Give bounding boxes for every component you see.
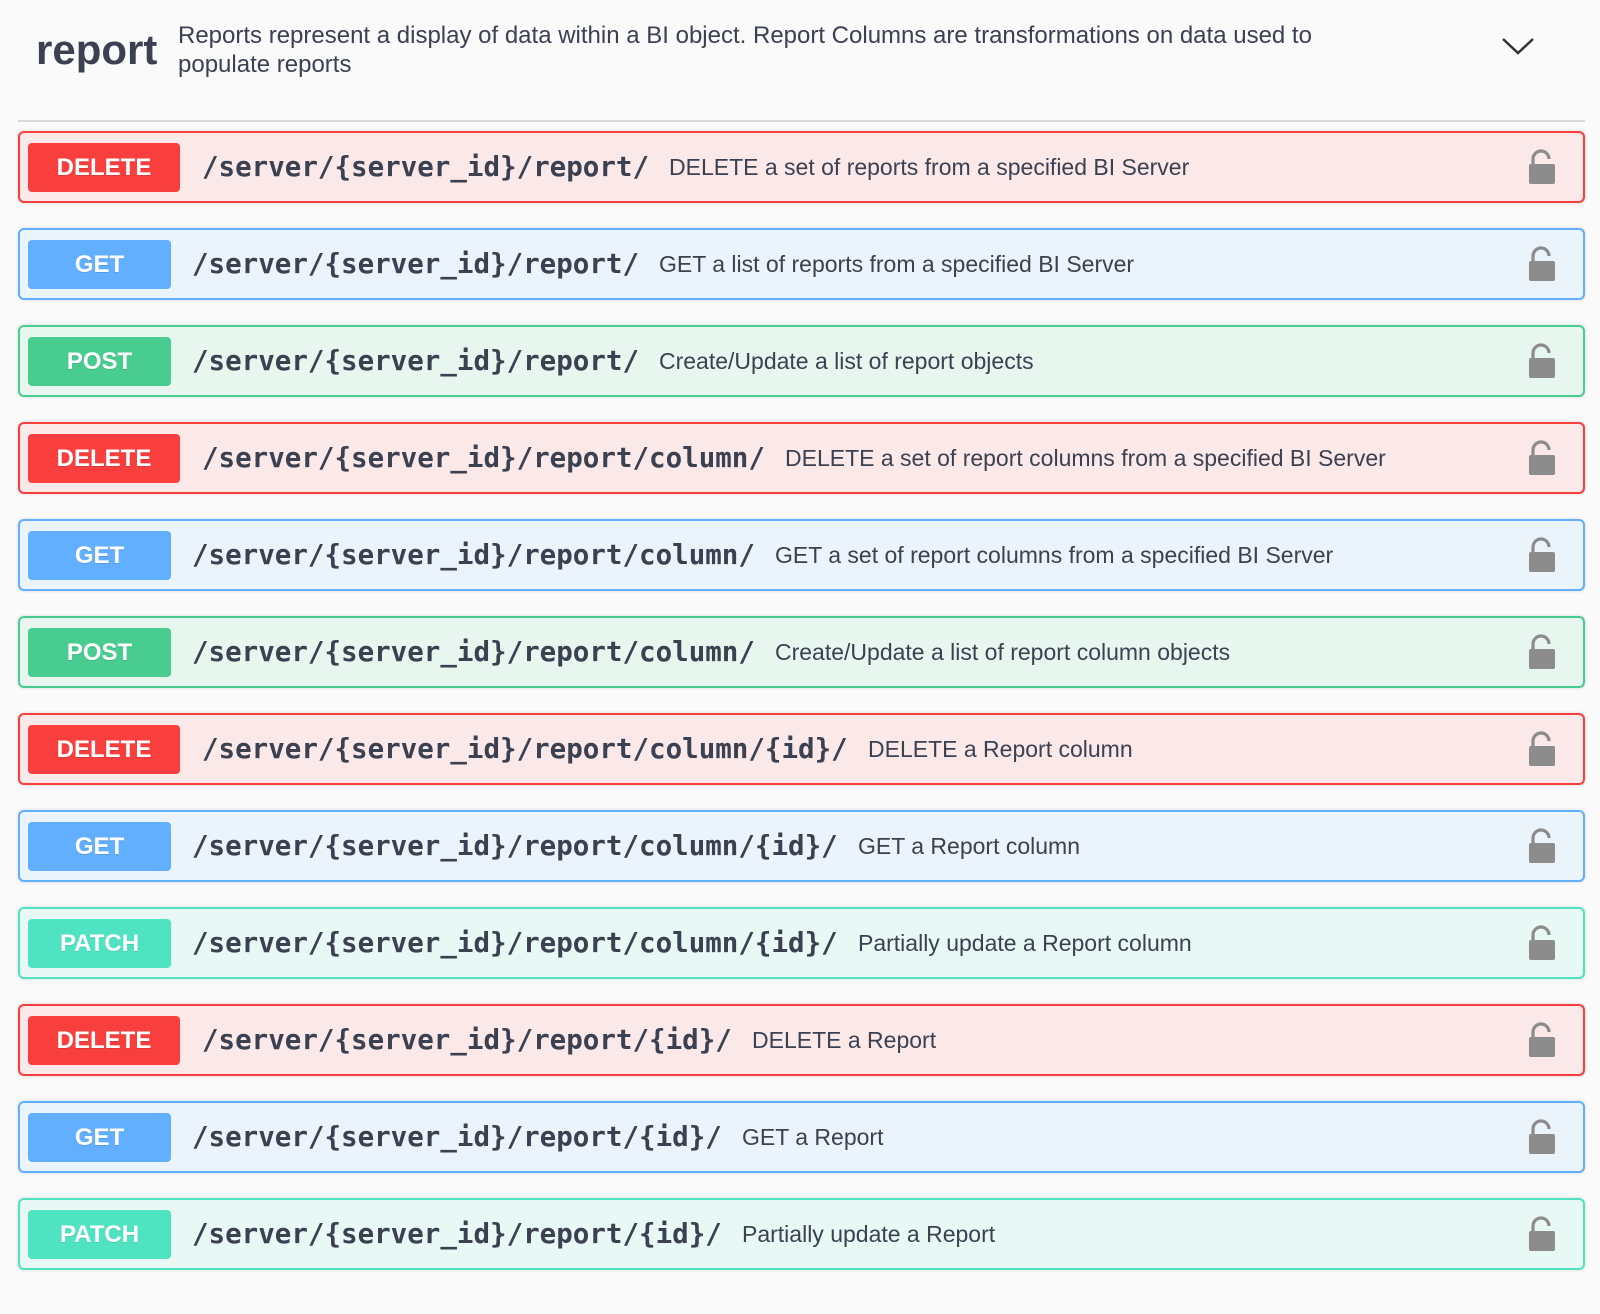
operation-row-delete[interactable]: DELETE/server/{server_id}/report/{id}/ DE… xyxy=(18,1004,1585,1076)
operation-summary: Partially update a Report column xyxy=(858,929,1192,956)
operation-summary: Partially update a Report xyxy=(742,1220,996,1247)
unlocked-padlock-icon[interactable] xyxy=(1527,634,1557,670)
operation-path: /server/{server_id}/report/{id}/ xyxy=(192,1218,722,1250)
operation-summary: GET a list of reports from a specified B… xyxy=(659,250,1135,277)
operation-row-delete[interactable]: DELETE/server/{server_id}/report/DELETE … xyxy=(18,131,1585,203)
operation-row-get[interactable]: GET/server/{server_id}/report/column/{id… xyxy=(18,810,1585,882)
unlocked-padlock-icon[interactable] xyxy=(1527,731,1557,767)
report-tag-section: report Reports represent a display of da… xyxy=(0,0,1600,1314)
operation-path: /server/{server_id}/report/{id}/ xyxy=(202,1024,732,1056)
operation-row-get[interactable]: GET/server/{server_id}/report/GET a list… xyxy=(18,228,1585,300)
method-badge: DELETE xyxy=(28,434,180,483)
operation-path: /server/{server_id}/report/column/{id}/ xyxy=(202,733,848,765)
unlocked-padlock-icon[interactable] xyxy=(1527,925,1557,961)
method-badge: PATCH xyxy=(28,919,171,968)
operation-summary: GET a set of report columns from a speci… xyxy=(775,541,1334,568)
unlocked-padlock-icon[interactable] xyxy=(1527,343,1557,379)
method-badge: GET xyxy=(28,1113,171,1162)
unlocked-padlock-icon[interactable] xyxy=(1527,1216,1557,1252)
unlocked-padlock-icon[interactable] xyxy=(1527,246,1557,282)
operation-row-post[interactable]: POST/server/{server_id}/report/Create/Up… xyxy=(18,325,1585,397)
operation-row-delete[interactable]: DELETE/server/{server_id}/report/column/… xyxy=(18,422,1585,494)
operation-row-get[interactable]: GET/server/{server_id}/report/column/GET… xyxy=(18,519,1585,591)
operation-summary: DELETE a set of reports from a specified… xyxy=(669,153,1190,180)
unlocked-padlock-icon[interactable] xyxy=(1527,1022,1557,1058)
operation-row-patch[interactable]: PATCH/server/{server_id}/report/column/{… xyxy=(18,907,1585,979)
tag-title[interactable]: report xyxy=(36,22,157,78)
unlocked-padlock-icon[interactable] xyxy=(1527,1119,1557,1155)
operation-summary: DELETE a Report column xyxy=(868,735,1133,762)
method-badge: POST xyxy=(28,337,171,386)
operation-path: /server/{server_id}/report/column/{id}/ xyxy=(192,830,838,862)
method-badge: GET xyxy=(28,822,171,871)
operation-summary: DELETE a set of report columns from a sp… xyxy=(785,444,1386,471)
method-badge: GET xyxy=(28,240,171,289)
operation-summary: GET a Report xyxy=(742,1123,884,1150)
collapse-button[interactable] xyxy=(1496,24,1540,68)
operation-path: /server/{server_id}/report/column/ xyxy=(192,539,755,571)
operation-path: /server/{server_id}/report/column/{id}/ xyxy=(192,927,838,959)
operation-summary: Create/Update a list of report objects xyxy=(659,347,1034,374)
operation-path: /server/{server_id}/report/ xyxy=(192,345,640,377)
tag-header[interactable]: report Reports represent a display of da… xyxy=(18,0,1585,122)
unlocked-padlock-icon[interactable] xyxy=(1527,828,1557,864)
chevron-down-icon xyxy=(1502,38,1534,55)
operation-summary: GET a Report column xyxy=(858,832,1081,859)
method-badge: GET xyxy=(28,531,171,580)
method-badge: DELETE xyxy=(28,143,180,192)
method-badge: POST xyxy=(28,628,171,677)
operation-path: /server/{server_id}/report/ xyxy=(202,151,650,183)
method-badge: DELETE xyxy=(28,1016,180,1065)
tag-description: Reports represent a display of data with… xyxy=(178,22,1312,78)
operation-row-patch[interactable]: PATCH/server/{server_id}/report/{id}/ Par… xyxy=(18,1198,1585,1270)
operation-path: /server/{server_id}/report/ xyxy=(192,248,640,280)
operation-row-get[interactable]: GET/server/{server_id}/report/{id}/ GET a… xyxy=(18,1101,1585,1173)
method-badge: DELETE xyxy=(28,725,180,774)
operation-path: /server/{server_id}/report/column/ xyxy=(202,442,765,474)
operation-row-post[interactable]: POST/server/{server_id}/report/column/Cr… xyxy=(18,616,1585,688)
unlocked-padlock-icon[interactable] xyxy=(1527,440,1557,476)
operation-path: /server/{server_id}/report/column/ xyxy=(192,636,755,668)
unlocked-padlock-icon[interactable] xyxy=(1527,149,1557,185)
operation-summary: DELETE a Report xyxy=(752,1026,937,1053)
method-badge: PATCH xyxy=(28,1210,171,1259)
operation-summary: Create/Update a list of report column ob… xyxy=(775,638,1231,665)
operation-row-delete[interactable]: DELETE/server/{server_id}/report/column/… xyxy=(18,713,1585,785)
operation-path: /server/{server_id}/report/{id}/ xyxy=(192,1121,722,1153)
unlocked-padlock-icon[interactable] xyxy=(1527,537,1557,573)
